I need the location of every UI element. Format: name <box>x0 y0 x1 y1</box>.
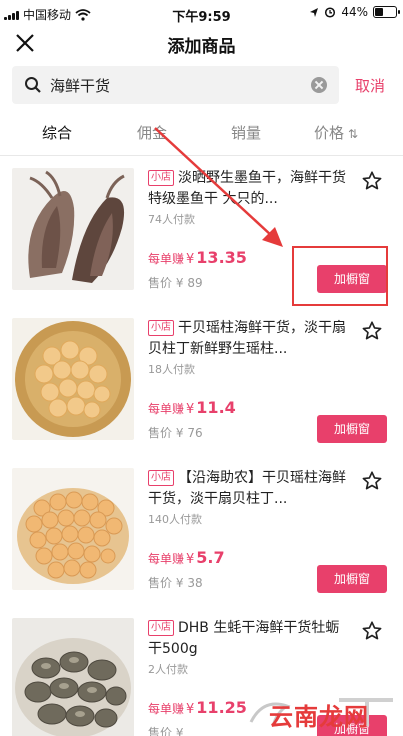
shop-tag: 小店 <box>148 320 174 336</box>
battery-icon <box>373 6 400 18</box>
sold-count: 2人付款 <box>148 663 188 676</box>
currency-symbol: ¥ <box>175 426 184 440</box>
product-item[interactable]: 小店 【沿海助农】干贝瑶柱海鲜干货，淡干扇贝柱丁... 140人付款 每单赚 ¥5.… <box>0 468 403 618</box>
sale-price: 38 <box>187 576 203 590</box>
tab-price-label: 价格 <box>314 124 345 142</box>
currency-symbol: ¥ <box>186 702 195 717</box>
product-image <box>12 618 134 736</box>
currency-symbol: ¥ <box>175 576 184 590</box>
page-title: 添加商品 <box>167 37 236 57</box>
sale-label: 售价 <box>148 426 173 440</box>
tab-comprehensive[interactable]: 综合 <box>42 122 72 143</box>
currency-symbol: ¥ <box>175 276 184 290</box>
product-image <box>12 168 134 290</box>
sold-count: 74人付款 <box>148 213 195 226</box>
earn-label: 每单赚 <box>148 552 185 566</box>
shop-tag: 小店 <box>148 170 174 186</box>
sale-price: 89 <box>187 276 203 290</box>
sale-row: 售价 ¥ <box>148 724 183 736</box>
alarm-icon <box>325 7 336 18</box>
earn-label: 每单赚 <box>148 402 185 416</box>
star-icon[interactable] <box>361 320 383 342</box>
battery-percent: 44% <box>341 5 368 19</box>
product-image <box>12 468 134 590</box>
currency-symbol: ¥ <box>186 552 195 567</box>
product-title: 小店 干贝瑶柱海鲜干货，淡干扇贝柱丁新鲜野生瑶柱... <box>148 318 346 360</box>
product-title-text: 淡晒野生墨鱼干，海鲜干货特级墨鱼干 大只的... <box>148 170 346 207</box>
sale-row: 售价 ¥ 76 <box>148 424 203 441</box>
earn-value: 11.4 <box>196 398 236 417</box>
tab-price[interactable]: 价格 ⇅ <box>314 122 358 143</box>
earn-value: 13.35 <box>196 248 247 267</box>
tab-commission[interactable]: 佣金 <box>137 122 167 143</box>
shop-tag: 小店 <box>148 620 174 636</box>
product-image <box>12 318 134 440</box>
sort-arrows-icon: ⇅ <box>348 127 359 141</box>
sale-row: 售价 ¥ 89 <box>148 274 203 291</box>
shop-tag: 小店 <box>148 470 174 486</box>
product-title: 小店 【沿海助农】干贝瑶柱海鲜干货，淡干扇贝柱丁... <box>148 468 346 510</box>
earn-label: 每单赚 <box>148 702 185 716</box>
watermark-text: 云南龙网 <box>269 703 369 731</box>
product-item[interactable]: 小店 干贝瑶柱海鲜干货，淡干扇贝柱丁新鲜野生瑶柱... 18人付款 每单赚 ¥11.… <box>0 318 403 468</box>
sale-row: 售价 ¥ 38 <box>148 574 203 591</box>
search-input[interactable] <box>50 66 310 104</box>
sale-label: 售价 <box>148 726 173 736</box>
sale-label: 售价 <box>148 276 173 290</box>
watermark: 云南龙网 <box>247 692 397 732</box>
sold-count: 140人付款 <box>148 513 202 526</box>
star-icon[interactable] <box>361 620 383 642</box>
currency-symbol: ¥ <box>175 726 184 736</box>
earn-value: 11.25 <box>196 698 247 717</box>
currency-symbol: ¥ <box>186 252 195 267</box>
earn-value: 5.7 <box>196 548 225 567</box>
earn-label: 每单赚 <box>148 252 185 266</box>
currency-symbol: ¥ <box>186 402 195 417</box>
status-bar: 中国移动 下午9:59 44% <box>0 0 403 28</box>
location-icon <box>310 7 319 17</box>
tab-sales[interactable]: 销量 <box>231 122 261 143</box>
earn-row: 每单赚 ¥11.25 <box>148 698 247 717</box>
product-title-text: 【沿海助农】干贝瑶柱海鲜干货，淡干扇贝柱丁... <box>148 470 346 507</box>
clear-icon[interactable] <box>311 77 327 93</box>
highlight-box <box>292 246 388 306</box>
product-title-text: DHB 生蚝干海鲜干货牡蛎干500g <box>148 620 340 657</box>
status-right: 44% <box>309 5 400 19</box>
earn-row: 每单赚 ¥11.4 <box>148 398 236 417</box>
product-title: 小店 淡晒野生墨鱼干，海鲜干货特级墨鱼干 大只的... <box>148 168 346 210</box>
add-to-showcase-button[interactable]: 加橱窗 <box>317 565 387 593</box>
product-title: 小店 DHB 生蚝干海鲜干货牡蛎干500g <box>148 618 346 660</box>
sort-tabs: 综合 佣金 销量 价格 ⇅ <box>0 112 403 156</box>
earn-row: 每单赚 ¥5.7 <box>148 548 225 567</box>
sale-price: 76 <box>187 426 203 440</box>
cancel-button[interactable]: 取消 <box>355 75 385 96</box>
sold-count: 18人付款 <box>148 363 195 376</box>
sale-label: 售价 <box>148 576 173 590</box>
nav-bar: 添加商品 <box>0 28 403 60</box>
star-icon[interactable] <box>361 470 383 492</box>
star-icon[interactable] <box>361 170 383 192</box>
earn-row: 每单赚 ¥13.35 <box>148 248 247 267</box>
search-bar <box>12 66 339 104</box>
add-to-showcase-button[interactable]: 加橱窗 <box>317 415 387 443</box>
screen: 中国移动 下午9:59 44% 添加商品 取消 综合 佣金 销量 价格⇅ <box>0 0 403 736</box>
search-icon <box>25 77 41 93</box>
product-title-text: 干贝瑶柱海鲜干货，淡干扇贝柱丁新鲜野生瑶柱... <box>148 320 346 357</box>
